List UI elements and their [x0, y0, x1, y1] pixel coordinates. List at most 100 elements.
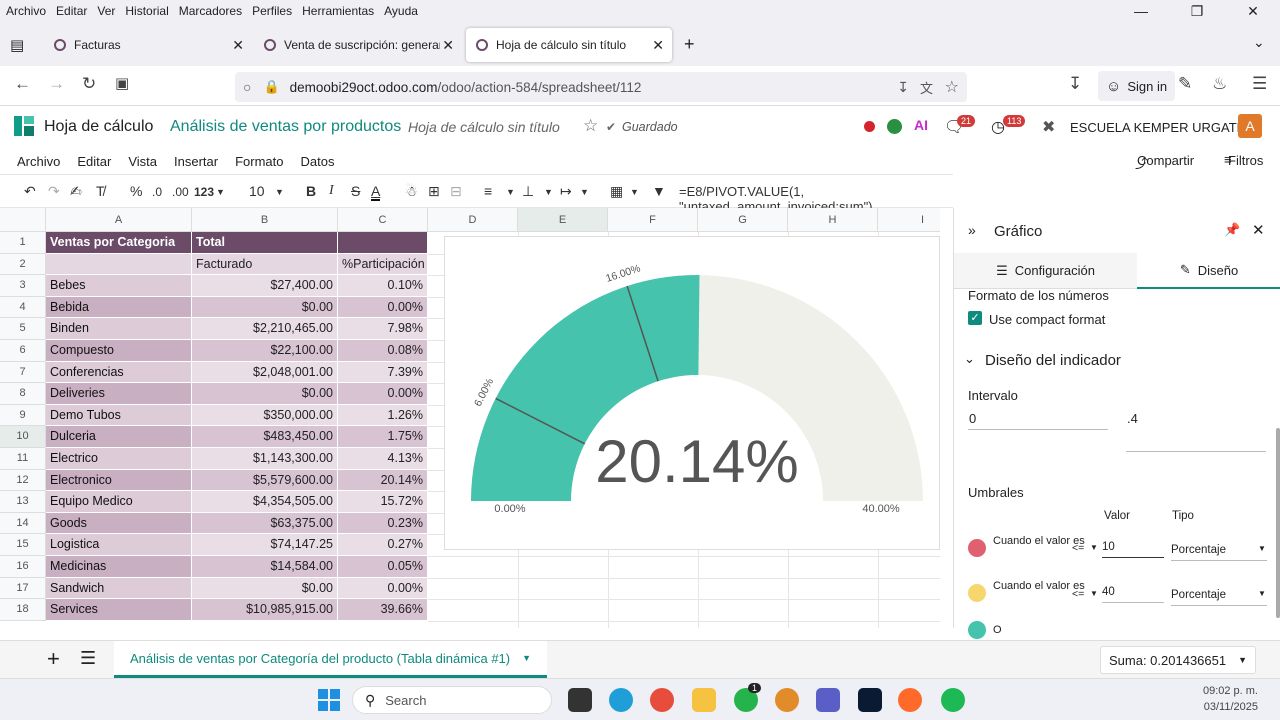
share-cell[interactable]: 0.05%	[338, 556, 428, 578]
minimize-icon[interactable]: —	[1118, 0, 1164, 22]
teams-icon[interactable]	[816, 688, 840, 712]
row-header[interactable]: 9	[0, 404, 46, 427]
category-cell[interactable]: Binden	[46, 318, 192, 340]
row-header[interactable]: 15	[0, 534, 46, 556]
share-cell[interactable]: 4.13%	[338, 448, 428, 470]
shield-icon[interactable]: ○	[243, 79, 251, 95]
invoiced-cell[interactable]: $4,354,505.00	[192, 491, 338, 513]
row-header[interactable]: 7	[0, 361, 46, 384]
menu-sheet-formato[interactable]: Formato	[235, 154, 283, 169]
screenshot-icon[interactable]: ▣	[115, 74, 129, 92]
section-header[interactable]: Diseño del indicador	[985, 352, 1121, 369]
share-cell[interactable]: 0.00%	[338, 296, 428, 319]
share-cell[interactable]: 0.08%	[338, 340, 428, 362]
favorite-star-icon[interactable]: ☆	[583, 116, 598, 136]
record-indicator-icon[interactable]	[864, 121, 875, 132]
invoiced-cell[interactable]: $63,375.00	[192, 512, 338, 535]
font-size-dropdown[interactable]: 10	[249, 183, 265, 199]
row-header[interactable]: 12	[0, 469, 46, 492]
invoiced-cell[interactable]: $22,100.00	[192, 340, 338, 362]
windows-start-icon[interactable]	[318, 689, 340, 711]
row-header[interactable]: 4	[0, 296, 46, 319]
tab-venta-suscripcion[interactable]: Venta de suscripción: generar fa ✕	[254, 28, 462, 62]
clear-format-icon[interactable]: T̸	[96, 183, 105, 199]
app-taskview-icon[interactable]	[568, 688, 592, 712]
menu-perfiles[interactable]: Perfiles	[252, 4, 292, 18]
close-window-icon[interactable]: ✕	[1230, 0, 1276, 22]
threshold-color-picker[interactable]	[968, 539, 986, 557]
url-bar[interactable]: ○ 🔒 demoobi29oct.odoo.com /odoo/action-5…	[235, 72, 967, 102]
new-tab-icon[interactable]: +	[684, 34, 695, 55]
row-header[interactable]: 18	[0, 599, 46, 621]
category-cell[interactable]: Electronico	[46, 469, 192, 492]
strikethrough-button[interactable]: S	[351, 183, 360, 199]
share-cell[interactable]: 15.72%	[338, 491, 428, 513]
row-header[interactable]: 6	[0, 340, 46, 362]
invoiced-cell[interactable]: $74,147.25	[192, 534, 338, 556]
list-tabs-icon[interactable]: ⌄	[1253, 34, 1265, 51]
invoiced-cell[interactable]: $14,584.00	[192, 556, 338, 578]
sheet-tab[interactable]: Análisis de ventas por Categoría del pro…	[114, 641, 548, 678]
menu-sheet-vista[interactable]: Vista	[128, 154, 157, 169]
share-cell[interactable]: 0.23%	[338, 512, 428, 535]
avatar[interactable]: A	[1238, 114, 1262, 138]
filters-button[interactable]: Filtros	[1228, 153, 1263, 168]
column-header[interactable]: I	[878, 208, 940, 232]
firefox-icon[interactable]	[898, 688, 922, 712]
column-header[interactable]: G	[698, 208, 788, 232]
invoiced-cell[interactable]: $0.00	[192, 577, 338, 600]
interval-max-input[interactable]: .4	[1126, 408, 1266, 452]
share-cell[interactable]: 1.26%	[338, 404, 428, 427]
bookmark-star-icon[interactable]: ☆	[945, 77, 959, 97]
taskbar-search[interactable]: ⚲ Search	[352, 686, 552, 714]
menu-historial[interactable]: Historial	[125, 4, 168, 18]
invoiced-cell[interactable]: $27,400.00	[192, 275, 338, 297]
bold-button[interactable]: B	[306, 183, 316, 199]
share-cell[interactable]: 20.14%	[338, 469, 428, 492]
sheet-list-icon[interactable]: ☰	[80, 648, 96, 669]
tab-facturas[interactable]: Facturas ✕	[44, 28, 252, 62]
company-name[interactable]: ESCUELA KEMPER URGATE	[1070, 120, 1245, 135]
extension-app-icon[interactable]: ♨	[1212, 74, 1227, 94]
category-cell[interactable]: Compuesto	[46, 340, 192, 362]
threshold-type-select[interactable]: Porcentaje	[1171, 584, 1267, 606]
category-cell[interactable]: Goods	[46, 512, 192, 535]
back-icon[interactable]: ←	[14, 74, 31, 94]
extensions-icon[interactable]: ✎	[1178, 74, 1192, 94]
menu-sheet-insertar[interactable]: Insertar	[174, 154, 218, 169]
category-cell[interactable]: Conferencias	[46, 361, 192, 384]
invoiced-cell[interactable]: Facturado	[192, 253, 338, 276]
category-cell[interactable]	[46, 253, 192, 276]
category-cell[interactable]: Medicinas	[46, 556, 192, 578]
text-color-button[interactable]: A	[371, 183, 381, 201]
menu-ayuda[interactable]: Ayuda	[384, 4, 418, 18]
column-header[interactable]: C	[338, 208, 428, 232]
share-cell[interactable]: 0.00%	[338, 383, 428, 405]
paint-format-icon[interactable]: ✍	[70, 183, 82, 200]
filter-toolbar-icon[interactable]: ▼	[652, 183, 666, 199]
threshold-value-input[interactable]: 10	[1102, 536, 1164, 558]
spotify-icon[interactable]	[941, 688, 965, 712]
pin-icon[interactable]: 📌	[1224, 222, 1240, 238]
category-cell[interactable]: Electrico	[46, 448, 192, 470]
invoiced-cell[interactable]: $350,000.00	[192, 404, 338, 427]
clock-time[interactable]: 09:02 p. m.	[1196, 685, 1258, 697]
forward-icon[interactable]: →	[48, 74, 65, 94]
tools-icon[interactable]: ✖	[1042, 117, 1055, 137]
column-header[interactable]: E	[518, 208, 608, 232]
decrease-decimal-button[interactable]: .0	[152, 185, 162, 199]
merge-cells-icon[interactable]: ⊟	[450, 183, 462, 200]
lock-icon[interactable]: 🔒	[263, 79, 279, 95]
corner-header[interactable]	[0, 208, 46, 232]
gauge-chart[interactable]: 6.00% 16.00% 20.14% 0.00% 40.00%	[444, 236, 940, 550]
percent-format-button[interactable]: %	[130, 183, 142, 199]
tab-diseno[interactable]: ✎ Diseño	[1137, 253, 1280, 289]
borders-icon[interactable]: ⊞	[428, 183, 440, 200]
add-sheet-icon[interactable]: +	[47, 646, 60, 672]
tab-manager-icon[interactable]: ▤	[10, 36, 24, 54]
tab-configuracion[interactable]: ☰ Configuración	[954, 253, 1137, 289]
compact-format-checkbox[interactable]: ✓	[968, 311, 982, 325]
threshold-value-input[interactable]: 40	[1102, 581, 1164, 603]
reload-icon[interactable]: ↻	[82, 74, 96, 94]
category-cell[interactable]: Demo Tubos	[46, 404, 192, 427]
